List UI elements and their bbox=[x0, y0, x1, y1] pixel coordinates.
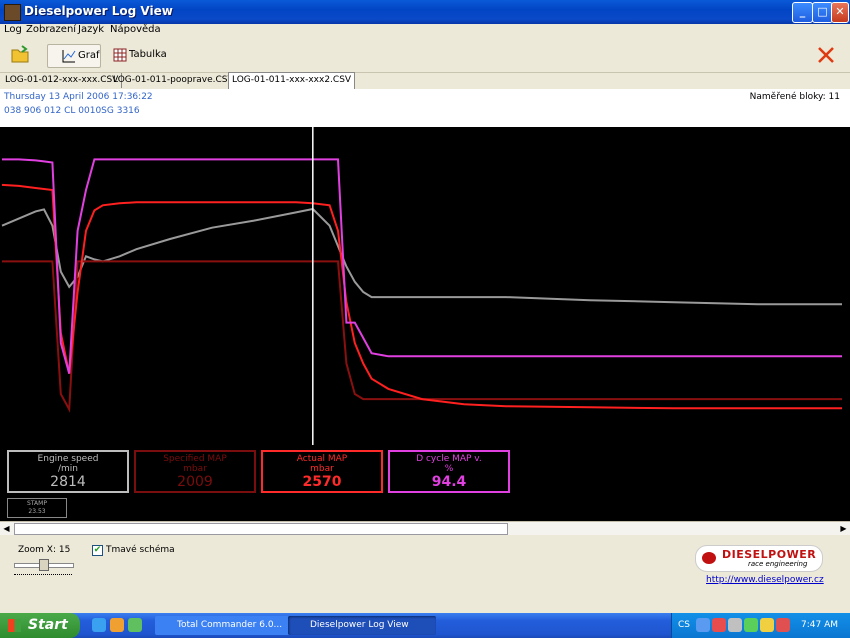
app-icon bbox=[4, 4, 21, 21]
zoom-label: Zoom X: 15 bbox=[18, 545, 71, 555]
graph-button[interactable]: Graf bbox=[47, 44, 101, 68]
tray-icon-4[interactable] bbox=[744, 618, 758, 632]
gauge-unit: mbar bbox=[183, 464, 207, 474]
table-label: Tabulka bbox=[129, 49, 167, 60]
window-title: Dieselpower Log View bbox=[24, 4, 173, 18]
table-button[interactable]: Tabulka bbox=[110, 44, 170, 66]
logo-mark-icon bbox=[702, 552, 716, 564]
tab-file-3[interactable]: LOG-01-011-xxx-xxx2.CSV bbox=[228, 72, 356, 89]
clock: 7:47 AM bbox=[801, 620, 838, 630]
gauge-actual-map: Actual MAP mbar 2570 bbox=[261, 450, 383, 493]
menu-log[interactable]: Log bbox=[4, 24, 22, 35]
tray-icon-2[interactable] bbox=[712, 618, 726, 632]
file-tabs: LOG-01-012-xxx-xxx.CSV LOG-01-011-poopra… bbox=[0, 72, 850, 89]
series-line-engine-speed bbox=[1, 207, 842, 306]
zoom-slider[interactable] bbox=[14, 559, 74, 575]
horizontal-scrollbar[interactable]: ◀ ▶ bbox=[0, 521, 850, 535]
gauge-value: 94.4 bbox=[431, 474, 467, 490]
tray-icon-6[interactable] bbox=[776, 618, 790, 632]
menu-view[interactable]: Zobrazení bbox=[26, 24, 76, 35]
graph-icon bbox=[62, 50, 76, 63]
zoom-slider-knob[interactable] bbox=[39, 559, 49, 571]
gauge-title: Actual MAP bbox=[296, 454, 348, 464]
log-timestamp: Thursday 13 April 2006 17:36:22 bbox=[4, 92, 153, 102]
gauge-unit: % bbox=[444, 464, 454, 474]
info-panel: Thursday 13 April 2006 17:36:22 038 906 … bbox=[0, 89, 850, 127]
tab-file-2[interactable]: LOG-01-011-pooprave.CSV bbox=[110, 73, 238, 88]
log-chart[interactable]: Engine speed/min 2814 Specified MAP mbar 200… bbox=[0, 127, 850, 521]
gauge-title: Engine speed bbox=[37, 454, 99, 464]
measured-blocks-count: Naměřené bloky: 11 bbox=[749, 92, 840, 102]
start-label: Start bbox=[28, 617, 68, 633]
task-dieselpower[interactable]: Dieselpower Log View bbox=[288, 616, 436, 635]
menu-help[interactable]: Nápověda bbox=[110, 24, 161, 35]
dark-scheme-label[interactable]: Tmavé schéma bbox=[106, 545, 175, 555]
taskbar: Start Total Commander 6.0... Dieselpower… bbox=[0, 613, 850, 638]
quicklaunch-ie-icon[interactable] bbox=[92, 618, 106, 632]
ecu-identifier: 038 906 012 CL 0010SG 3316 bbox=[4, 106, 140, 116]
close-button[interactable]: ✕ bbox=[831, 2, 849, 23]
system-tray: CS 7:47 AM bbox=[671, 613, 850, 638]
logo-sub-text: race engineering bbox=[748, 560, 808, 568]
dieselpower-logo: DIESELPOWER race engineering bbox=[695, 545, 823, 572]
minimize-button[interactable]: _ bbox=[792, 2, 813, 23]
windows-flag-icon bbox=[8, 619, 21, 632]
gauge-specified-map: Specified MAP mbar 2009 bbox=[134, 450, 256, 493]
gauge-d-cycle-map-v: D cycle MAP v.% 94.4 bbox=[388, 450, 510, 493]
exit-button[interactable] bbox=[815, 44, 839, 66]
website-link[interactable]: http://www.dieselpower.cz bbox=[706, 575, 824, 585]
graph-label: Graf bbox=[78, 50, 100, 61]
close-x-icon bbox=[818, 47, 834, 63]
task-total-commander[interactable]: Total Commander 6.0... bbox=[155, 616, 297, 635]
scroll-right-icon[interactable]: ▶ bbox=[837, 522, 850, 535]
maximize-button[interactable]: □ bbox=[812, 2, 833, 23]
dark-scheme-checkbox[interactable]: ✔ bbox=[92, 545, 103, 556]
start-button[interactable]: Start bbox=[0, 613, 80, 638]
open-folder-icon bbox=[11, 45, 29, 63]
gauge-unit: /min bbox=[57, 464, 78, 474]
gauge-value: 2009 bbox=[177, 474, 213, 490]
open-folder-button[interactable] bbox=[10, 44, 34, 66]
menu-bar: Log Zobrazení Jazyk Nápověda bbox=[0, 24, 850, 38]
toolbar: Graf Tabulka bbox=[0, 38, 850, 73]
tab-file-1[interactable]: LOG-01-012-xxx-xxx.CSV bbox=[2, 73, 123, 88]
gauge-title: Specified MAP bbox=[163, 454, 227, 464]
stamp-label: STAMP bbox=[27, 500, 47, 507]
gauge-value: 2570 bbox=[302, 474, 342, 490]
bottom-panel: Zoom X: 15 ✔ Tmavé schéma DIESELPOWER ra… bbox=[0, 535, 850, 595]
gauge-unit: mbar bbox=[310, 464, 334, 474]
zoom-slider-ticks bbox=[14, 571, 72, 575]
stamp-value: 23.53 bbox=[28, 508, 46, 515]
scroll-left-icon[interactable]: ◀ bbox=[0, 522, 13, 535]
language-indicator[interactable]: CS bbox=[678, 620, 690, 630]
series-line-d-cycle-map-v bbox=[2, 158, 842, 374]
tray-icon-1[interactable] bbox=[696, 618, 710, 632]
gauge-value: 2814 bbox=[50, 474, 86, 490]
scroll-thumb[interactable] bbox=[14, 523, 508, 535]
table-icon bbox=[113, 48, 127, 62]
quicklaunch-media-icon[interactable] bbox=[110, 618, 124, 632]
gauge-title: D cycle MAP v. bbox=[416, 454, 482, 464]
menu-language[interactable]: Jazyk bbox=[78, 24, 104, 35]
tray-icon-5[interactable] bbox=[760, 618, 774, 632]
series-line-specified-map bbox=[2, 260, 842, 413]
stamp-box: STAMP 23.53 bbox=[7, 498, 67, 518]
quicklaunch-desktop-icon[interactable] bbox=[128, 618, 142, 632]
tray-icon-3[interactable] bbox=[728, 618, 742, 632]
title-bar: Dieselpower Log View _ □ ✕ bbox=[0, 0, 850, 24]
gauge-engine-speed: Engine speed/min 2814 bbox=[7, 450, 129, 493]
